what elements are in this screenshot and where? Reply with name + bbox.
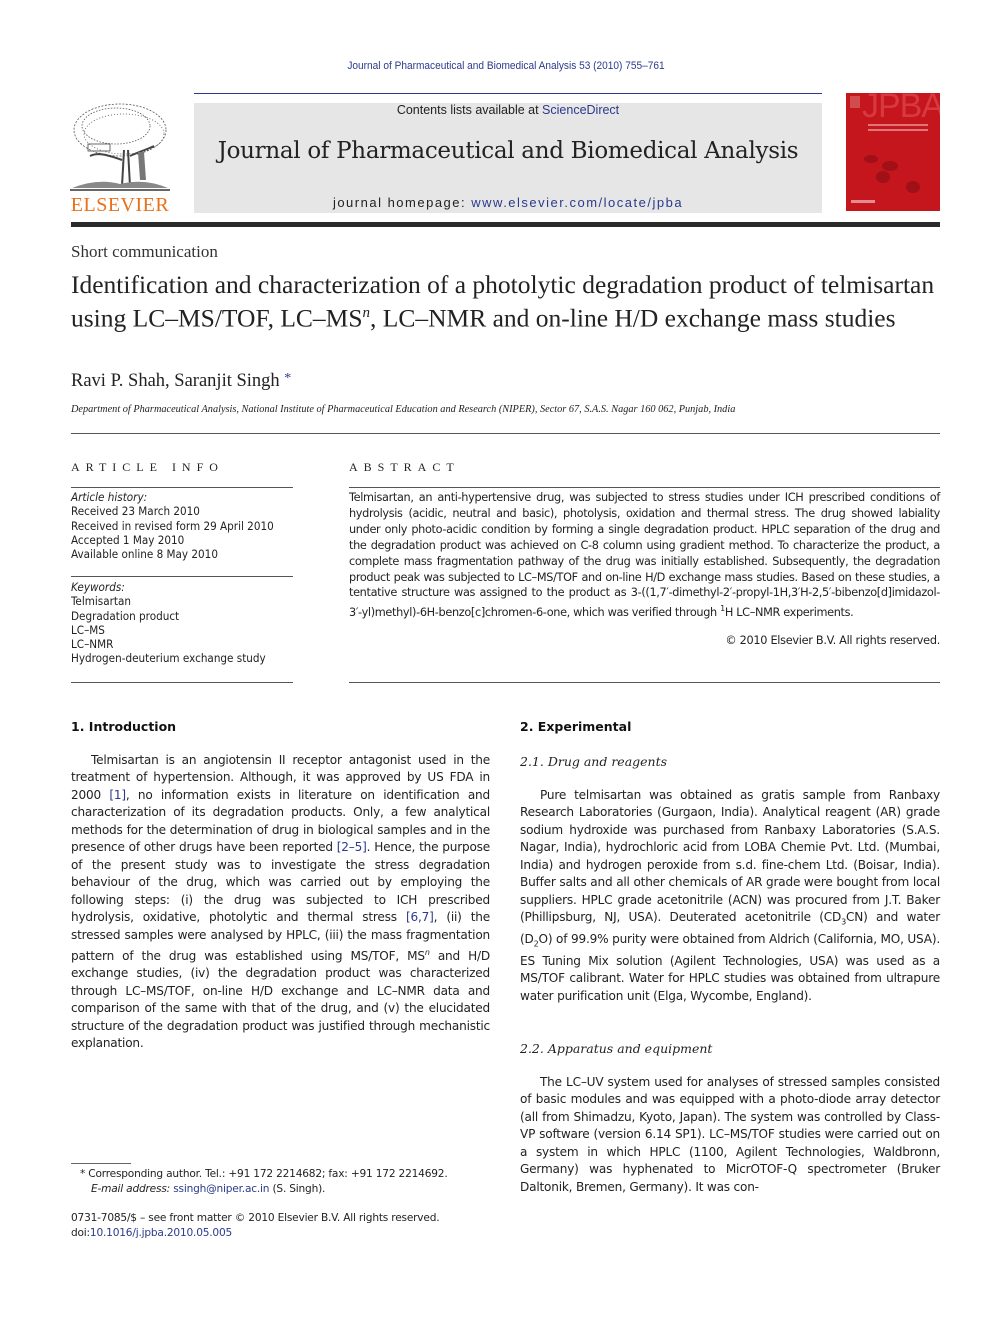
email-suffix: (S. Singh). <box>269 1182 326 1195</box>
title-text: , LC–NMR and on-line H/D exchange mass s… <box>370 303 896 333</box>
keyword-item: LC–NMR <box>71 637 114 652</box>
drug-reagents-paragraph: Pure telmisartan was obtained as gratis … <box>520 787 940 1005</box>
doi-line: doi:10.1016/j.jpba.2010.05.005 <box>71 1226 511 1241</box>
abstract-heading: ABSTRACT <box>349 460 460 474</box>
abstract-divider <box>349 682 940 683</box>
drug-reagents-heading: 2.1. Drug and reagents <box>520 754 668 769</box>
authors-text: Ravi P. Shah, Saranjit Singh <box>71 371 280 391</box>
cover-graphic <box>906 181 920 193</box>
front-matter-info: 0731-7085/$ – see front matter © 2010 El… <box>71 1211 511 1240</box>
keyword-item: Degradation product <box>71 608 180 623</box>
keywords: Keywords: Telmisartan Degradation produc… <box>71 580 301 666</box>
email-link[interactable]: ssingh@niper.ac.in <box>173 1183 269 1195</box>
history-item: Available online 8 May 2010 <box>71 547 218 562</box>
abstract-body: Telmisartan, an anti-hypertensive drug, … <box>349 490 940 621</box>
cover-graphic <box>876 171 890 183</box>
abstract-copyright: © 2010 Elsevier B.V. All rights reserved… <box>725 634 940 647</box>
cover-graphic <box>882 161 898 171</box>
doi-prefix: doi: <box>71 1226 90 1239</box>
body-text: Pure telmisartan was obtained as gratis … <box>520 788 940 925</box>
body-text: and H/D exchange studies, (iv) the degra… <box>71 949 490 1051</box>
citation-link[interactable]: [6,7] <box>406 910 434 924</box>
title-superscript: n <box>362 305 371 321</box>
contents-prefix: Contents lists available at <box>396 103 543 117</box>
drug-reagents-body: Pure telmisartan was obtained as gratis … <box>520 787 940 1005</box>
cover-subtitle-line <box>868 124 928 126</box>
abstract-text: H LC–NMR experiments. <box>724 606 854 620</box>
homepage-link[interactable]: www.elsevier.com/locate/jpba <box>471 195 683 210</box>
corresponding-author-footnote: * Corresponding author. Tel.: +91 172 22… <box>80 1167 500 1196</box>
citation-link[interactable]: [1] <box>109 788 126 802</box>
article-info-divider <box>71 487 293 488</box>
apparatus-heading: 2.2. Apparatus and equipment <box>520 1041 713 1056</box>
abstract-text: Telmisartan, an anti-hypertensive drug, … <box>349 491 940 620</box>
apparatus-paragraph: The LC–UV system used for analyses of st… <box>520 1074 940 1196</box>
sciencedirect-link[interactable]: ScienceDirect <box>542 103 619 117</box>
keyword-item: Telmisartan <box>71 594 131 609</box>
introduction-heading: 1. Introduction <box>71 719 177 734</box>
article-history-label: Article history: <box>71 490 148 504</box>
cover-title: JPBA <box>861 93 940 125</box>
experimental-heading: 2. Experimental <box>520 719 632 734</box>
keywords-label: Keywords: <box>71 580 125 594</box>
article-info-divider <box>71 576 293 577</box>
elsevier-wordmark: ELSEVIER <box>70 194 170 216</box>
footnote-rule <box>71 1163 131 1164</box>
email-line: E-mail address: ssingh@niper.ac.in (S. S… <box>80 1182 500 1197</box>
homepage-prefix: journal homepage: <box>332 195 472 210</box>
abstract-divider <box>349 487 940 488</box>
cover-subtitle-line <box>868 129 928 131</box>
doi-link[interactable]: 10.1016/j.jpba.2010.05.005 <box>90 1227 232 1239</box>
cover-logo-mark <box>850 96 860 108</box>
introduction-body: Telmisartan is an angiotensin II recepto… <box>71 752 490 1053</box>
apparatus-body: The LC–UV system used for analyses of st… <box>520 1074 940 1196</box>
journal-cover-thumbnail[interactable]: JPBA <box>846 93 940 211</box>
body-text: O) of 99.9% purity were obtained from Al… <box>520 932 940 1003</box>
history-item: Received in revised form 29 April 2010 <box>71 518 274 533</box>
article-history: Article history: Received 23 March 2010 … <box>71 490 301 561</box>
running-head: Journal of Pharmaceutical and Biomedical… <box>347 60 665 72</box>
history-item: Received 23 March 2010 <box>71 504 200 519</box>
contents-line: Contents lists available at ScienceDirec… <box>194 103 822 117</box>
header-rule <box>194 93 822 94</box>
email-label: E-mail address: <box>91 1182 171 1195</box>
article-info-heading: ARTICLE INFO <box>71 460 224 474</box>
keyword-item: Hydrogen-deuterium exchange study <box>71 651 266 666</box>
introduction-paragraph: Telmisartan is an angiotensin II recepto… <box>71 752 490 1053</box>
masthead-divider <box>71 222 940 227</box>
journal-homepage: journal homepage: www.elsevier.com/locat… <box>194 195 822 210</box>
elsevier-logo[interactable]: ELSEVIER <box>68 100 172 216</box>
keyword-item: LC–MS <box>71 622 105 637</box>
corresponding-author-marker[interactable]: * <box>284 371 291 386</box>
affiliation: Department of Pharmaceutical Analysis, N… <box>71 404 736 415</box>
journal-title: Journal of Pharmaceutical and Biomedical… <box>217 138 799 164</box>
header-divider <box>71 433 940 434</box>
issn-line: 0731-7085/$ – see front matter © 2010 El… <box>71 1212 440 1224</box>
author-list: Ravi P. Shah, Saranjit Singh * <box>71 371 291 392</box>
cover-graphic <box>864 155 878 163</box>
body-text: The LC–UV system used for analyses of st… <box>520 1075 940 1194</box>
article-info-divider <box>71 682 293 683</box>
citation-link[interactable]: [2–5] <box>337 840 367 854</box>
cover-footer-mark <box>851 200 875 203</box>
article-title: Identification and characterization of a… <box>71 270 951 333</box>
article-type: Short communication <box>71 242 218 261</box>
corresponding-author-text: * Corresponding author. Tel.: +91 172 22… <box>80 1168 448 1180</box>
history-item: Accepted 1 May 2010 <box>71 532 185 547</box>
elsevier-tree-icon <box>70 103 170 191</box>
